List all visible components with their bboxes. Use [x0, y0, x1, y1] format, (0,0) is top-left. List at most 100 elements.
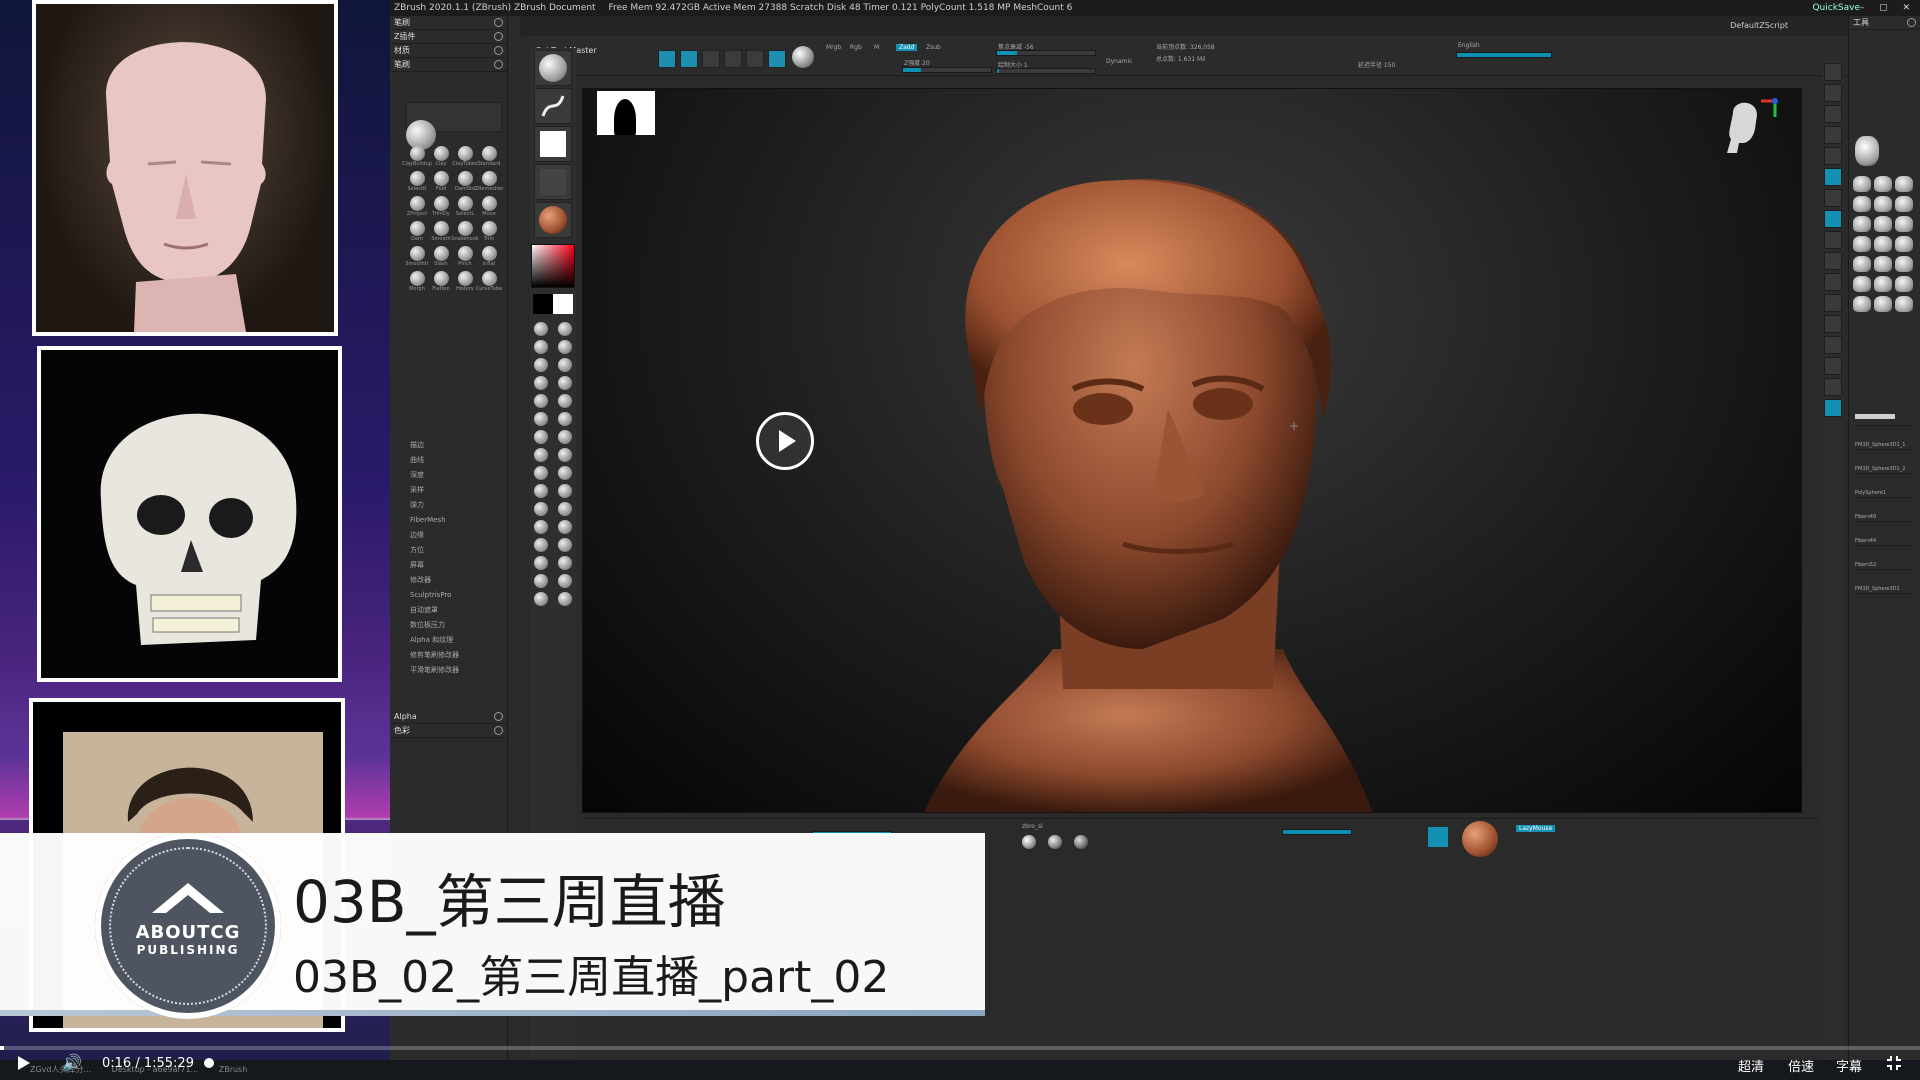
submenu-item[interactable]: FiberMesh — [410, 513, 505, 528]
stroke-slot[interactable] — [534, 88, 572, 124]
material-preview-sphere[interactable] — [1462, 821, 1498, 857]
solo-button[interactable] — [1824, 399, 1842, 417]
submenu-item[interactable]: 屏幕 — [410, 558, 505, 573]
submenu-item[interactable]: Alpha 和纹理 — [410, 633, 505, 648]
quality-button[interactable]: 超清 — [1738, 1056, 1764, 1075]
brush-cell[interactable]: SelectL — [454, 196, 476, 218]
main-color-swatch[interactable] — [553, 294, 573, 314]
move-button[interactable] — [702, 50, 720, 68]
submenu-item[interactable]: 修剪笔刷修改器 — [410, 648, 505, 663]
subtool-row[interactable]: Fibers52 — [1855, 556, 1915, 570]
tray-section-brush-2[interactable]: 笔刷 — [390, 58, 507, 72]
lazy-mouse-toggle[interactable]: LazyMouse — [1516, 825, 1556, 832]
transp-button[interactable] — [1824, 378, 1842, 396]
submenu-item[interactable]: 描边 — [410, 438, 505, 453]
submenu-item[interactable]: 弹力 — [410, 498, 505, 513]
zsub-toggle[interactable]: Zsub — [926, 44, 941, 51]
brush-cell[interactable]: Fold — [430, 171, 452, 193]
brush-cell[interactable]: Snakehook — [451, 221, 479, 243]
mrgb-toggle[interactable]: Mrgb — [826, 44, 841, 51]
zoom-button[interactable] — [1824, 126, 1842, 144]
draw-button[interactable] — [680, 50, 698, 68]
scale-button[interactable] — [724, 50, 742, 68]
lightbox-icon[interactable] — [1428, 827, 1448, 847]
subtool-row[interactable]: PM3D_Sphere3D1_2 — [1855, 460, 1915, 474]
quicksave-label[interactable]: QuickSave — [1812, 0, 1860, 16]
focal-shift-slider[interactable] — [996, 50, 1096, 56]
brush-cell[interactable]: ZProject — [406, 196, 428, 218]
secondary-color-swatch[interactable] — [533, 294, 553, 314]
brush-cell[interactable]: Morph — [406, 271, 428, 293]
color-picker[interactable] — [531, 244, 575, 288]
lsym-button[interactable] — [1824, 231, 1842, 249]
polyf-button[interactable] — [1824, 357, 1842, 375]
right-tray-tool-palette[interactable]: 工具 PM3D_Sphere3D1_1 PM3D_Sphere3D1_2 Pol… — [1848, 16, 1920, 1060]
material-quick-sphere[interactable] — [1048, 835, 1062, 849]
brush-submenu-list[interactable]: 描边 曲线 深度 采样 弹力 FiberMesh 边缘 方位 屏幕 修改器 Sc… — [410, 438, 505, 678]
brush-cell[interactable]: History — [454, 271, 476, 293]
material-quick-sphere[interactable] — [1022, 835, 1036, 849]
bottom-slider[interactable] — [1282, 829, 1352, 835]
alpha-slot[interactable] — [534, 126, 572, 162]
texture-slot[interactable] — [534, 164, 572, 200]
video-progress-handle[interactable] — [204, 1058, 214, 1068]
fullscreen-exit-icon[interactable] — [1886, 1055, 1902, 1071]
language-bar[interactable] — [1456, 52, 1552, 58]
video-center-play-button[interactable] — [756, 412, 814, 470]
language-label[interactable]: English — [1458, 42, 1480, 49]
tool-palette-header[interactable]: 工具 — [1849, 16, 1920, 30]
brush-cell[interactable]: Smooth — [430, 221, 452, 243]
zoom3d-button[interactable] — [1824, 315, 1842, 333]
xyz-button[interactable] — [1824, 252, 1842, 270]
brush-cell[interactable]: TrimDy — [430, 196, 452, 218]
zadd-toggle[interactable]: Zadd — [896, 44, 918, 51]
brush-cell[interactable]: Slash — [430, 246, 452, 268]
brush-slot-claybuildup[interactable] — [534, 50, 572, 86]
volume-icon[interactable]: 🔊 — [62, 1055, 82, 1071]
tray-section-zplugin[interactable]: Z插件 — [390, 30, 507, 44]
tray-section-material[interactable]: 材质 — [390, 44, 507, 58]
rotate-button[interactable] — [746, 50, 764, 68]
submenu-item[interactable]: 自动遮罩 — [410, 603, 505, 618]
material-slot[interactable] — [534, 202, 572, 238]
persp-button[interactable] — [1824, 168, 1842, 186]
submenu-item[interactable]: 采样 — [410, 483, 505, 498]
subtool-row[interactable]: Fibers49 — [1855, 508, 1915, 522]
tool-thumbnail-grid[interactable] — [1853, 176, 1917, 312]
draw-size-slider[interactable] — [996, 68, 1096, 74]
z-intensity-slider[interactable] — [902, 67, 992, 73]
tray-section-alpha[interactable]: Alpha — [390, 710, 507, 724]
submenu-item[interactable]: 数位板压力 — [410, 618, 505, 633]
tray-section-brush[interactable]: 笔刷 — [390, 16, 507, 30]
brush-cell[interactable]: Standard — [478, 146, 500, 168]
rgb-toggle[interactable]: Rgb — [850, 44, 862, 51]
submenu-item[interactable]: SculptrisPro — [410, 588, 505, 603]
brush-cell[interactable]: Trim — [478, 221, 500, 243]
material-quick-sphere[interactable] — [1074, 835, 1088, 849]
submenu-item[interactable]: 方位 — [410, 543, 505, 558]
current-tool-thumbnail[interactable] — [1855, 136, 1879, 166]
video-progress-bar[interactable] — [0, 1046, 1920, 1050]
brush-cell[interactable]: DamStd — [454, 171, 476, 193]
speed-button[interactable]: 倍速 — [1788, 1056, 1814, 1075]
submenu-item[interactable]: 修改器 — [410, 573, 505, 588]
default-zscript-label[interactable]: DefaultZScript — [1730, 16, 1788, 36]
move-view-button[interactable] — [1824, 294, 1842, 312]
brush-cell[interactable]: SelectR — [406, 171, 428, 193]
tray-section-color[interactable]: 色彩 — [390, 724, 507, 738]
floor-button[interactable] — [1824, 189, 1842, 207]
bpr-button[interactable] — [1824, 63, 1842, 81]
brush-cell[interactable]: CurveTube — [476, 271, 502, 293]
subtool-row[interactable]: PM3D_Sphere3D1 — [1855, 580, 1915, 594]
subtool-row[interactable] — [1855, 412, 1915, 426]
rotate-view-button[interactable] — [1824, 336, 1842, 354]
brush-cell[interactable]: Clay — [430, 146, 452, 168]
brush-cell[interactable]: ClayBuildup — [402, 146, 432, 168]
brush-cell[interactable]: Pinch — [454, 246, 476, 268]
player-play-icon[interactable] — [18, 1056, 30, 1070]
spix-button[interactable] — [1824, 84, 1842, 102]
submenu-item[interactable]: 深度 — [410, 468, 505, 483]
subtool-row[interactable]: PM3D_Sphere3D1_1 — [1855, 436, 1915, 450]
window-controls[interactable]: – ▢ ✕ — [1860, 0, 1916, 16]
brush-cell[interactable]: Dam — [406, 221, 428, 243]
